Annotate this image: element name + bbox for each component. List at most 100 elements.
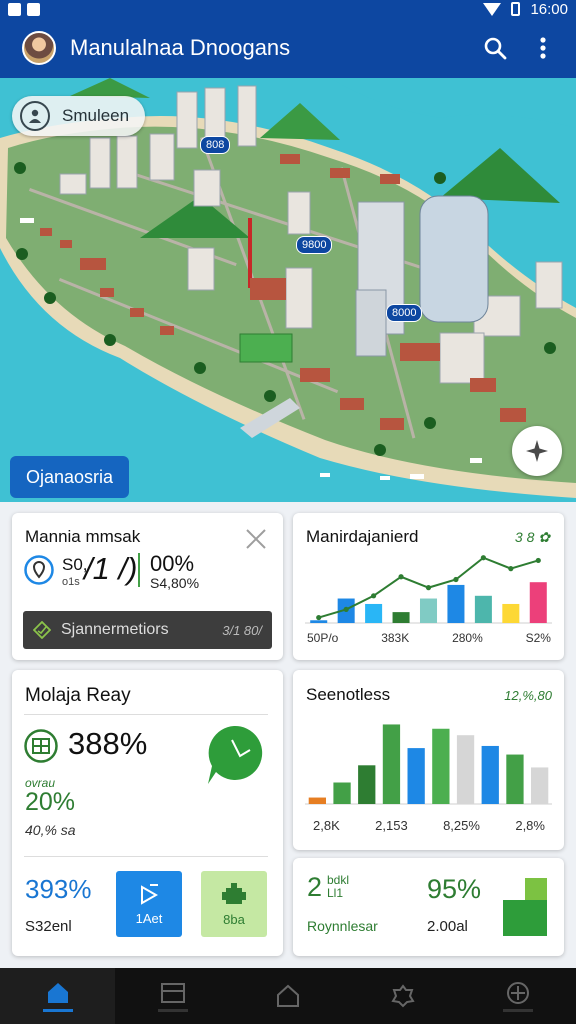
stat-b-top: 00% [150,551,195,576]
bar-line-chart [305,555,552,624]
trend-point [398,574,404,580]
nav-item-places[interactable] [230,968,345,1024]
big-value: 388% [68,726,148,761]
value-right: 95% [427,874,482,904]
status-bar: 16:00 [0,0,576,18]
notification-icon-2 [27,2,40,16]
action-tile-blue[interactable]: 1Aet [116,871,182,937]
map-pin[interactable]: 8000 [386,304,423,322]
trend-point [316,614,322,621]
location-chip[interactable]: Ojanaosria [10,456,130,498]
card-seenotless[interactable]: Seenotless 12,%,80 2,8K 2,153 8,25% 2,8% [293,670,564,850]
label-left: Roynnlesar [307,918,378,934]
user-chip[interactable]: Smuleen [12,96,146,136]
house-outline-icon [277,984,299,1007]
x-axis-labels: 2,8K 2,153 8,25% 2,8% [313,818,545,833]
card-molaja[interactable]: Molaja Reay 388% ovrau 20% 40,% sa 393% … [12,670,283,956]
compass-button[interactable] [512,426,562,476]
label-right: 2.00al [427,918,468,935]
chart-bar [506,754,524,804]
summary-banner[interactable]: Sjannermetiors 3/1 80/ [23,611,272,649]
value-left: 2 [307,872,323,902]
avatar[interactable] [22,31,56,65]
chart-bar [382,724,401,804]
city-map-illustration [0,78,576,502]
card-title: Manirdajanierd [306,527,419,546]
chart-bar [310,620,328,623]
chart-bar [407,748,425,804]
leaf-icon [33,621,51,639]
map-pin[interactable]: 808 [200,136,231,154]
building-icon [24,729,58,763]
signal-icon [483,2,502,16]
card-manirdajanierd[interactable]: Manirdajanierd 3 8 ✿ 50P/o 383K 280% S2% [293,513,564,660]
divider [24,714,268,715]
city-map[interactable]: 808 9800 8000 [0,78,576,502]
big-value: /1 /) [84,551,138,586]
badge-icon [391,984,415,1008]
card-badge: 3 8 ✿ [514,529,550,545]
chart-bar [502,603,520,623]
card-title: Mannia mmsak [25,527,141,546]
trend-point [343,606,349,612]
app-title: Manulalnaa Dnoogans [70,35,291,60]
card-title: Seenotless [306,685,391,704]
card-summary[interactable]: 2 bdkl Ll1 Roynnlesar 95% 2.00al [293,858,564,956]
x-tick-label: 280% [452,631,483,645]
home-icon [47,982,68,1003]
trend-point [453,576,459,583]
nav-item-home[interactable] [0,968,116,1024]
value-left-side: bdkl Ll1 [327,873,350,900]
trend-point [425,585,432,591]
person-icon [20,101,50,131]
chart-bar [529,582,547,623]
tile-label: 1Aet [135,910,163,926]
trend-point [508,566,514,572]
chart-bar [392,612,410,623]
trend-point [480,555,486,561]
chart-bar [481,745,499,804]
more-options-button[interactable] [528,33,558,63]
card-title: Molaja Reay [25,685,131,706]
bottom-nav [0,968,576,1024]
map-pin[interactable]: 9800 [296,236,333,254]
trend-point [371,593,377,599]
search-button[interactable] [480,33,510,63]
nav-item-reports[interactable] [115,968,230,1024]
banner-value: 3/1 80/ [222,622,262,638]
chart-bar [474,595,492,623]
stat-b-bottom: S4,80% [150,575,200,591]
card-mannia[interactable]: Mannia mmsak S0, o1s /1 /) 00% S4,80% Sj… [12,513,283,660]
divider [24,856,268,857]
card-badge: 12,%,80 [504,688,552,703]
x-tick-label: 2,153 [375,818,408,833]
green-value: 20% [25,788,76,816]
compass-icon [526,440,548,462]
close-icon[interactable] [245,528,267,550]
x-tick-label: 2,8K [313,818,340,833]
bottom-value: 393% [25,874,92,904]
chart-bar [419,598,438,623]
chart-bar [447,584,465,623]
chart-bar [432,728,450,804]
chat-bubble-icon[interactable] [204,722,264,788]
nav-item-settings[interactable] [461,968,576,1024]
trend-point [535,557,541,564]
x-tick-label: 8,25% [443,818,480,833]
report-icon [160,982,185,1003]
chart-bar [365,603,383,623]
action-tile-green[interactable]: 8ba [201,871,267,937]
location-icon [24,555,54,585]
target-icon [507,981,530,1004]
chart-bar [456,735,475,804]
blocks-icon [503,878,547,936]
play-icon [141,883,159,905]
chart-bar [333,782,351,804]
divider [138,553,140,587]
user-chip-label: Smuleen [62,106,130,125]
nav-item-alerts[interactable] [346,968,461,1024]
chart-bar [358,765,376,804]
search-icon [484,37,507,60]
battery-icon [511,2,521,16]
chart-bar [308,797,326,804]
